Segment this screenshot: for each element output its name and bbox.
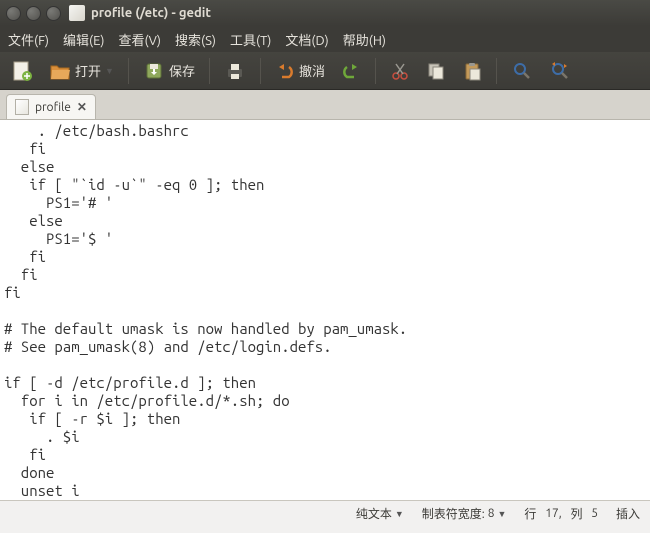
menu-search[interactable]: 搜索(S) [175, 30, 216, 49]
tabwidth-label: 制表符宽度: [422, 505, 485, 522]
redo-icon [341, 61, 361, 81]
menu-view[interactable]: 查看(V) [119, 30, 161, 49]
titlebar: profile (/etc) - gedit [0, 0, 650, 26]
open-label: 打开 [75, 61, 101, 80]
paste-button[interactable] [457, 58, 487, 84]
cursor-position: 行 17, 列 5 [524, 505, 598, 522]
filetype-selector[interactable]: 纯文本 ▼ [356, 505, 404, 522]
close-window-button[interactable] [6, 6, 21, 21]
separator [496, 58, 497, 84]
undo-button[interactable]: 撤消 [270, 58, 330, 84]
separator [375, 58, 376, 84]
copy-button[interactable] [421, 58, 451, 84]
close-tab-button[interactable]: ✕ [77, 100, 87, 114]
redo-button[interactable] [336, 58, 366, 84]
open-button[interactable]: 打开 ▼ [44, 57, 119, 85]
chevron-down-icon: ▼ [498, 509, 507, 519]
find-button[interactable] [506, 57, 538, 85]
tabbar: profile ✕ [0, 90, 650, 120]
new-document-icon [11, 60, 33, 82]
toolbar: 打开 ▼ 保存 撤消 [0, 52, 650, 90]
filetype-label: 纯文本 [356, 505, 392, 522]
paste-icon [462, 61, 482, 81]
copy-icon [426, 61, 446, 81]
minimize-window-button[interactable] [26, 6, 41, 21]
new-document-button[interactable] [6, 57, 38, 85]
undo-icon [275, 61, 295, 81]
undo-label: 撤消 [299, 61, 325, 80]
menubar: 文件(F) 编辑(E) 查看(V) 搜索(S) 工具(T) 文档(D) 帮助(H… [0, 26, 650, 52]
chevron-down-icon: ▼ [395, 509, 404, 519]
cut-button[interactable] [385, 58, 415, 84]
tab-label: profile [35, 101, 71, 114]
search-icon [511, 60, 533, 82]
separator [260, 58, 261, 84]
save-label: 保存 [169, 61, 195, 80]
separator [128, 58, 129, 84]
find-replace-icon [549, 60, 571, 82]
menu-edit[interactable]: 编辑(E) [63, 30, 104, 49]
maximize-window-button[interactable] [46, 6, 61, 21]
folder-open-icon [49, 60, 71, 82]
document-icon [15, 99, 29, 115]
scissors-icon [390, 61, 410, 81]
window-controls [6, 6, 61, 21]
statusbar: 纯文本 ▼ 制表符宽度: 8 ▼ 行 17, 列 5 插入 [0, 500, 650, 526]
app-icon [69, 5, 85, 21]
separator [209, 58, 210, 84]
menu-help[interactable]: 帮助(H) [343, 30, 386, 49]
menu-tools[interactable]: 工具(T) [230, 30, 271, 49]
text-editor[interactable]: . /etc/bash.bashrc fi else if [ "`id -u`… [0, 120, 650, 500]
editor-content: . /etc/bash.bashrc fi else if [ "`id -u`… [4, 122, 646, 500]
window-title: profile (/etc) - gedit [91, 6, 211, 20]
tabwidth-value: 8 [488, 507, 495, 520]
print-button[interactable] [219, 57, 251, 85]
save-button[interactable]: 保存 [138, 57, 200, 85]
tabwidth-selector[interactable]: 制表符宽度: 8 ▼ [422, 505, 507, 522]
save-icon [143, 60, 165, 82]
chevron-down-icon: ▼ [105, 66, 114, 76]
printer-icon [224, 60, 246, 82]
menu-documents[interactable]: 文档(D) [285, 30, 328, 49]
menu-file[interactable]: 文件(F) [8, 30, 49, 49]
find-replace-button[interactable] [544, 57, 576, 85]
insert-mode[interactable]: 插入 [616, 505, 640, 522]
tab-profile[interactable]: profile ✕ [6, 94, 96, 119]
